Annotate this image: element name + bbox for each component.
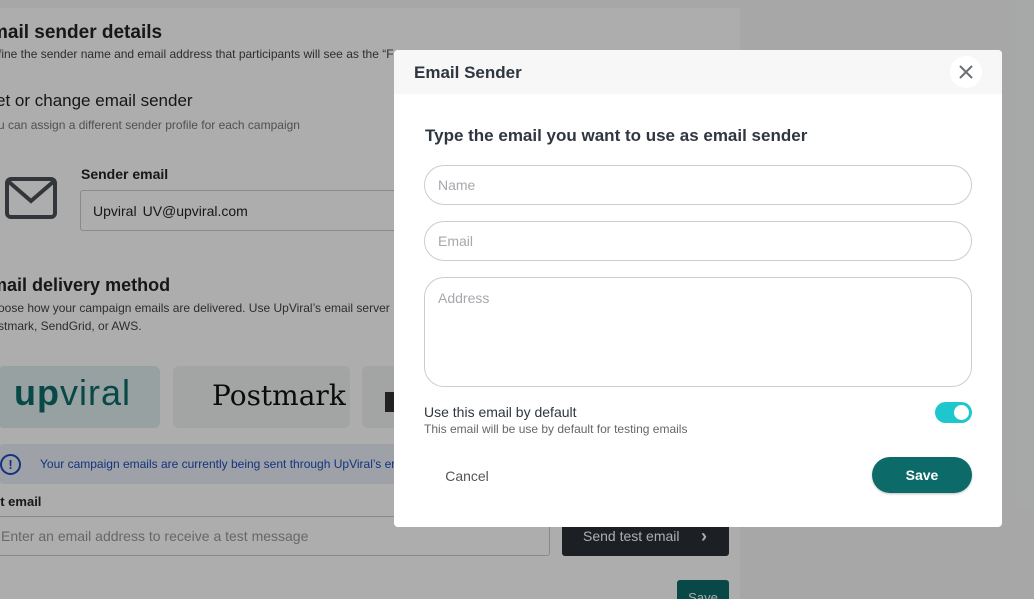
- default-email-description: This email will be use by default for te…: [424, 422, 688, 436]
- email-sender-modal: Email Sender Type the email you want to …: [394, 50, 1002, 527]
- modal-header: Email Sender: [394, 50, 1002, 94]
- modal-heading: Type the email you want to use as email …: [425, 126, 808, 145]
- default-email-toggle[interactable]: [935, 402, 972, 423]
- modal-title: Email Sender: [414, 63, 522, 82]
- email-input[interactable]: [424, 221, 972, 261]
- close-icon: [959, 65, 973, 79]
- save-button[interactable]: Save: [872, 457, 972, 493]
- default-email-label: Use this email by default: [424, 404, 577, 420]
- address-input[interactable]: [424, 277, 972, 387]
- close-button[interactable]: [950, 56, 982, 88]
- cancel-button[interactable]: Cancel: [432, 466, 502, 488]
- toggle-knob: [954, 405, 969, 420]
- name-input[interactable]: [424, 165, 972, 205]
